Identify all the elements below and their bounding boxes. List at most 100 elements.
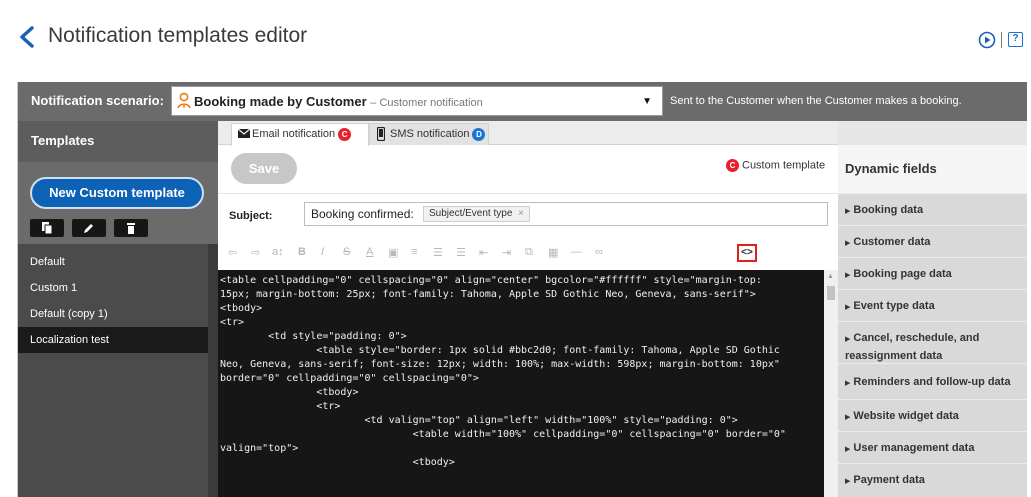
code-line: <table cellpadding="0" cellspacing="0" a… <box>220 275 762 286</box>
tab-email-notification[interactable]: Email notification C <box>231 123 369 146</box>
envelope-icon <box>238 129 250 138</box>
code-line: <td style="padding: 0"> <box>220 331 407 342</box>
dynamic-field-group[interactable]: ▶ Booking data <box>838 193 1027 225</box>
source-code-button[interactable]: <> <box>737 244 757 262</box>
new-custom-template-button[interactable]: New Custom template <box>30 177 204 209</box>
html-source-editor[interactable]: <table cellpadding="0" cellspacing="0" a… <box>218 270 824 497</box>
tab-sms-label: SMS notification <box>390 128 470 140</box>
play-video-icon[interactable] <box>978 31 996 49</box>
redo-icon[interactable]: ⇨ <box>251 246 260 259</box>
editor-box: Subject: Booking confirmed: Subject/Even… <box>218 193 838 497</box>
templates-actions: New Custom template <box>18 162 218 244</box>
edit-template-button[interactable] <box>72 219 106 237</box>
numbered-list-icon[interactable]: ☰ <box>456 246 466 259</box>
horizontal-rule-icon[interactable]: — <box>571 246 582 258</box>
subject-label: Subject: <box>229 210 273 222</box>
text-color-icon[interactable]: A <box>366 246 373 258</box>
indent-icon[interactable]: ⇥ <box>502 246 511 259</box>
help-icon[interactable]: ? <box>1008 32 1023 47</box>
dynamic-fields-top-strip <box>838 121 1027 145</box>
align-icon[interactable]: ≡ <box>411 246 417 258</box>
dynamic-field-group[interactable]: ▶ Website widget data <box>838 399 1027 431</box>
header-divider <box>1001 32 1002 48</box>
subject-text: Booking confirmed: <box>311 207 414 221</box>
templates-list: Default Custom 1 Default (copy 1) Locali… <box>18 244 218 497</box>
scenario-description: Sent to the Customer when the Customer m… <box>670 95 962 107</box>
pencil-icon <box>84 224 93 233</box>
remove-token-icon[interactable]: × <box>518 208 524 219</box>
templates-sidebar: Templates New Custom template Default Cu… <box>18 121 218 497</box>
code-line: 15px; margin-bottom: 25px; font-family: … <box>220 289 756 300</box>
scenario-selected: Booking made by Customer – Customer noti… <box>194 94 483 109</box>
scroll-up-icon[interactable]: ▲ <box>827 273 834 280</box>
code-scrollbar[interactable]: ▲ <box>824 270 838 497</box>
dynamic-field-group[interactable]: ▶ Cancel, reschedule, and reassignment da… <box>838 321 1027 363</box>
save-button[interactable]: Save <box>231 153 297 184</box>
table-icon[interactable]: ▦ <box>548 246 558 259</box>
dynamic-fields-title: Dynamic fields <box>845 161 937 176</box>
code-line: Neo, Geneva, sans-serif; font-size: 12px… <box>220 359 780 370</box>
sidebar-scrollbar[interactable] <box>208 244 218 497</box>
dynamic-field-group[interactable]: ▶ Customer data <box>838 225 1027 257</box>
dynamic-field-label: Cancel, reschedule, and reassignment dat… <box>845 332 980 362</box>
dynamic-field-group[interactable]: ▶ Payment data <box>838 463 1027 497</box>
code-line: <tr> <box>220 401 341 412</box>
italic-icon[interactable]: I <box>321 246 324 258</box>
template-item[interactable]: Default (copy 1) <box>18 301 208 327</box>
strikethrough-icon[interactable]: S <box>343 246 350 258</box>
undo-icon[interactable]: ⇦ <box>228 246 237 259</box>
tab-sms-notification[interactable]: SMS notification D <box>369 123 489 145</box>
person-icon <box>177 92 191 109</box>
scenario-dropdown[interactable]: Booking made by Customer – Customer noti… <box>171 86 663 116</box>
code-line: valign="top"> <box>220 443 299 454</box>
template-item[interactable]: Custom 1 <box>18 275 208 301</box>
dynamic-field-group[interactable]: ▶ Event type data <box>838 289 1027 321</box>
dynamic-field-group[interactable]: ▶ Reminders and follow-up data <box>838 363 1027 399</box>
scenario-selected-sub: – Customer notification <box>370 97 483 109</box>
font-size-icon[interactable]: a↕ <box>272 246 284 258</box>
outdent-icon[interactable]: ⇤ <box>479 246 488 259</box>
dynamic-fields-header: Dynamic fields <box>838 145 1027 193</box>
image-icon[interactable]: ⧉ <box>525 246 533 259</box>
caret-right-icon: ▶ <box>845 336 851 343</box>
dynamic-field-group[interactable]: ▶ User management data <box>838 431 1027 463</box>
chevron-left-icon[interactable] <box>18 26 36 48</box>
dynamic-fields-panel: Dynamic fields ▶ Booking data ▶ Customer d… <box>838 121 1027 497</box>
scroll-thumb[interactable] <box>827 286 835 300</box>
templates-title: Templates <box>31 133 95 148</box>
page-title: Notification templates editor <box>48 24 308 47</box>
copy-template-button[interactable] <box>30 219 64 237</box>
caret-right-icon: ▶ <box>845 414 851 421</box>
tab-email-label: Email notification <box>252 128 336 140</box>
dynamic-field-group[interactable]: ▶ Booking page data <box>838 257 1027 289</box>
code-line: <table width="100%" cellpadding="0" cell… <box>220 429 786 440</box>
subject-token[interactable]: Subject/Event type × <box>423 206 531 222</box>
custom-badge: C <box>726 159 739 172</box>
code-line: <td valign="top" align="left" width="100… <box>220 415 738 426</box>
phone-icon <box>377 127 385 141</box>
background-color-icon[interactable]: ▣ <box>388 246 398 259</box>
custom-template-indicator: C Custom template <box>726 159 825 172</box>
subject-field[interactable]: Booking confirmed: Subject/Event type × <box>304 202 828 226</box>
caret-right-icon: ▶ <box>845 304 851 311</box>
link-icon[interactable]: ∞ <box>595 246 603 258</box>
dynamic-field-label: Website widget data <box>853 410 959 422</box>
bold-icon[interactable]: B <box>298 246 306 258</box>
editor-toolbar: ⇦ ⇨ a↕ B I S A ▣ ≡ ☰ ☰ ⇤ ⇥ ⧉ ▦ — ∞ <> <box>218 242 838 266</box>
template-item-active[interactable]: Localization test <box>18 327 208 353</box>
html-source-text: <table cellpadding="0" cellspacing="0" a… <box>220 274 786 470</box>
code-line: border="0" cellpadding="0" cellspacing="… <box>220 373 479 384</box>
delete-template-button[interactable] <box>114 219 148 237</box>
copy-icon <box>42 222 53 234</box>
bullet-list-icon[interactable]: ☰ <box>433 246 443 259</box>
caret-right-icon: ▶ <box>845 446 851 453</box>
dynamic-field-label: Booking data <box>853 204 924 216</box>
dropdown-arrow-icon[interactable]: ▼ <box>642 96 652 107</box>
custom-template-label: Custom template <box>742 159 826 172</box>
code-line: <tbody> <box>220 387 359 398</box>
code-line: <tbody> <box>220 303 263 314</box>
dynamic-field-label: Payment data <box>853 474 925 486</box>
code-line: <tbody> <box>220 457 455 468</box>
template-item[interactable]: Default <box>18 249 208 275</box>
page-header: Notification templates editor ? <box>0 0 1031 78</box>
